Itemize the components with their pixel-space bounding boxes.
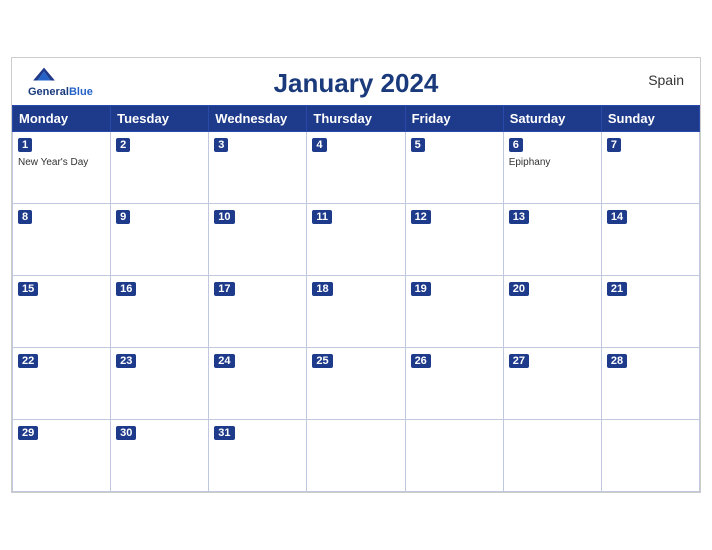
calendar-day-cell: 9	[111, 204, 209, 276]
logo-general-text: General	[28, 86, 69, 98]
holiday-label: Epiphany	[509, 156, 596, 169]
day-number: 31	[214, 426, 234, 440]
calendar-day-cell: 1 New Year's Day	[13, 132, 111, 204]
day-number: 21	[607, 282, 627, 296]
day-number: 20	[509, 282, 529, 296]
day-number: 8	[18, 210, 32, 224]
calendar-title: January 2024	[274, 68, 439, 99]
calendar-day-cell	[601, 420, 699, 492]
logo-area: General Blue	[28, 66, 93, 98]
calendar-day-cell: 22	[13, 348, 111, 420]
header-tuesday: Tuesday	[111, 106, 209, 132]
day-number: 2	[116, 138, 130, 152]
day-number: 18	[312, 282, 332, 296]
calendar-day-cell: 15	[13, 276, 111, 348]
calendar-week-row: 22 23 24 25 26 27 28	[13, 348, 700, 420]
header-thursday: Thursday	[307, 106, 405, 132]
calendar-day-cell: 31	[209, 420, 307, 492]
day-number: 9	[116, 210, 130, 224]
calendar-day-cell	[503, 420, 601, 492]
calendar-table: Monday Tuesday Wednesday Thursday Friday…	[12, 105, 700, 492]
day-number: 25	[312, 354, 332, 368]
day-number: 6	[509, 138, 523, 152]
day-number: 4	[312, 138, 326, 152]
calendar-day-cell: 30	[111, 420, 209, 492]
day-number: 13	[509, 210, 529, 224]
calendar-day-cell: 19	[405, 276, 503, 348]
header-saturday: Saturday	[503, 106, 601, 132]
day-number: 10	[214, 210, 234, 224]
logo-blue-text: Blue	[69, 86, 93, 98]
header-friday: Friday	[405, 106, 503, 132]
day-number: 3	[214, 138, 228, 152]
weekday-header-row: Monday Tuesday Wednesday Thursday Friday…	[13, 106, 700, 132]
calendar-day-cell	[405, 420, 503, 492]
calendar-body: 1New Year's Day23456Epiphany789101112131…	[13, 132, 700, 492]
day-number: 14	[607, 210, 627, 224]
calendar-day-cell	[307, 420, 405, 492]
day-number: 5	[411, 138, 425, 152]
calendar-day-cell: 5	[405, 132, 503, 204]
calendar-day-cell: 13	[503, 204, 601, 276]
calendar-thead: Monday Tuesday Wednesday Thursday Friday…	[13, 106, 700, 132]
calendar-day-cell: 10	[209, 204, 307, 276]
calendar-day-cell: 28	[601, 348, 699, 420]
day-number: 17	[214, 282, 234, 296]
day-number: 28	[607, 354, 627, 368]
calendar-day-cell: 27	[503, 348, 601, 420]
day-number: 16	[116, 282, 136, 296]
calendar-day-cell: 26	[405, 348, 503, 420]
day-number: 23	[116, 354, 136, 368]
header-wednesday: Wednesday	[209, 106, 307, 132]
calendar-day-cell: 24	[209, 348, 307, 420]
day-number: 12	[411, 210, 431, 224]
calendar-day-cell: 23	[111, 348, 209, 420]
header-sunday: Sunday	[601, 106, 699, 132]
day-number: 24	[214, 354, 234, 368]
calendar-container: General Blue January 2024 Spain Monday T…	[11, 57, 701, 493]
day-number: 1	[18, 138, 32, 152]
day-number: 19	[411, 282, 431, 296]
calendar-day-cell: 14	[601, 204, 699, 276]
calendar-day-cell: 7	[601, 132, 699, 204]
calendar-day-cell: 2	[111, 132, 209, 204]
calendar-day-cell: 12	[405, 204, 503, 276]
calendar-day-cell: 25	[307, 348, 405, 420]
calendar-day-cell: 3	[209, 132, 307, 204]
calendar-week-row: 29 30 31	[13, 420, 700, 492]
calendar-day-cell: 21	[601, 276, 699, 348]
header-monday: Monday	[13, 106, 111, 132]
day-number: 29	[18, 426, 38, 440]
calendar-day-cell: 29	[13, 420, 111, 492]
day-number: 26	[411, 354, 431, 368]
day-number: 7	[607, 138, 621, 152]
holiday-label: New Year's Day	[18, 156, 105, 169]
calendar-week-row: 1 New Year's Day 2 3 4 5 6 Epiphany 7	[13, 132, 700, 204]
country-label: Spain	[648, 72, 684, 88]
calendar-day-cell: 6 Epiphany	[503, 132, 601, 204]
calendar-day-cell: 4	[307, 132, 405, 204]
day-number: 22	[18, 354, 38, 368]
calendar-week-row: 8 9 10 11 12 13 14	[13, 204, 700, 276]
calendar-day-cell: 20	[503, 276, 601, 348]
calendar-day-cell: 11	[307, 204, 405, 276]
day-number: 30	[116, 426, 136, 440]
calendar-day-cell: 8	[13, 204, 111, 276]
calendar-header: General Blue January 2024 Spain	[12, 58, 700, 105]
calendar-week-row: 15 16 17 18 19 20 21	[13, 276, 700, 348]
logo-icon	[28, 66, 60, 86]
calendar-day-cell: 18	[307, 276, 405, 348]
day-number: 11	[312, 210, 332, 224]
day-number: 15	[18, 282, 38, 296]
calendar-day-cell: 17	[209, 276, 307, 348]
calendar-day-cell: 16	[111, 276, 209, 348]
day-number: 27	[509, 354, 529, 368]
